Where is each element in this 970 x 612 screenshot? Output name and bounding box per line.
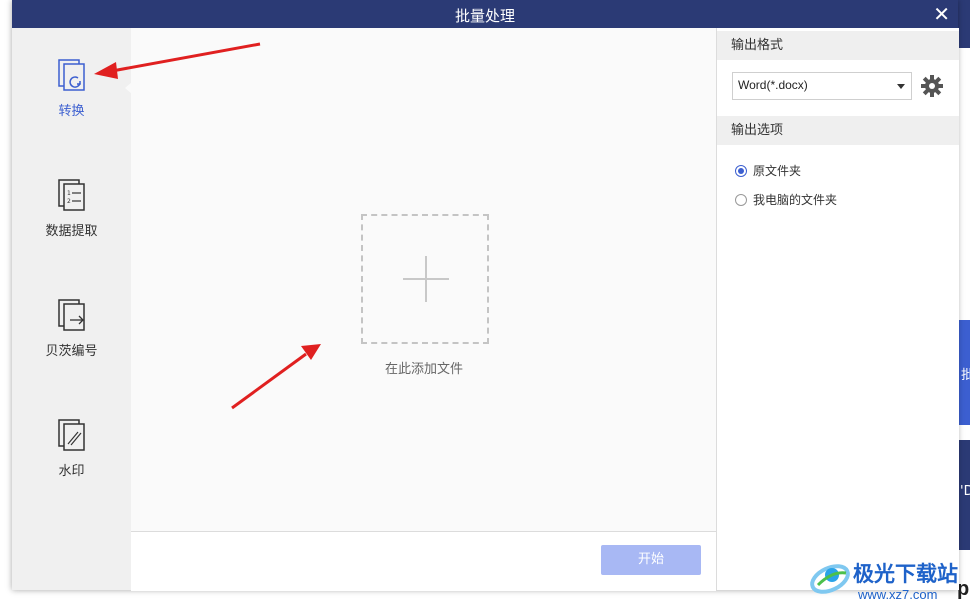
settings-panel: 输出格式 Word(*.docx) 输出选项 原文件夹 我电脑的文件夹 bbox=[716, 28, 959, 590]
radio-checked[interactable] bbox=[735, 165, 747, 177]
data-extract-icon: 1 2 bbox=[58, 179, 85, 211]
svg-text:2: 2 bbox=[67, 198, 71, 205]
footer-bar: 开始 bbox=[131, 531, 716, 591]
background-app-panel: 'D bbox=[958, 440, 970, 550]
watermark-url: www.xz7.com bbox=[858, 587, 938, 602]
section-heading-text: 输出选项 bbox=[731, 123, 784, 138]
chevron-down-icon bbox=[897, 84, 905, 89]
sidebar-item-watermark[interactable]: 水印 bbox=[12, 418, 131, 508]
gear-icon[interactable] bbox=[920, 74, 944, 98]
sidebar-item-bates-number[interactable]: 贝茨编号 bbox=[12, 298, 131, 388]
sidebar-item-label: 数据提取 bbox=[45, 224, 98, 239]
sidebar-item-data-extract[interactable]: 1 2 数据提取 bbox=[12, 178, 131, 268]
add-file-dropzone[interactable] bbox=[361, 214, 489, 344]
bates-number-icon bbox=[58, 299, 85, 331]
sidebar-item-label: 贝茨编号 bbox=[45, 344, 98, 359]
background-app-strip bbox=[958, 0, 970, 48]
start-button[interactable]: 开始 bbox=[601, 545, 701, 575]
title-bar: 批量处理 ✕ bbox=[12, 0, 958, 28]
svg-text:1: 1 bbox=[67, 190, 71, 197]
site-watermark: 极光下载站 www.xz7.com bbox=[808, 555, 958, 607]
sidebar-item-label: 水印 bbox=[58, 464, 85, 479]
watermark-logo-icon bbox=[810, 564, 850, 594]
option-label: 我电脑的文件夹 bbox=[753, 193, 838, 207]
radio-unchecked[interactable] bbox=[735, 194, 747, 206]
dialog-title: 批量处理 bbox=[454, 7, 515, 25]
file-drop-area: 在此添加文件 bbox=[131, 28, 716, 531]
close-button[interactable]: ✕ bbox=[933, 2, 950, 26]
background-text: 批 bbox=[961, 368, 970, 383]
output-format-value: Word(*.docx) bbox=[738, 78, 808, 92]
sidebar: 转换 1 2 数据提取 贝茨编号 水印 bbox=[12, 28, 132, 590]
background-app-button: 批 bbox=[958, 320, 970, 425]
sidebar-item-convert[interactable]: 转换 bbox=[12, 58, 131, 148]
output-format-select[interactable]: Word(*.docx) bbox=[732, 72, 912, 100]
output-format-heading: 输出格式 bbox=[717, 31, 959, 60]
output-options-heading: 输出选项 bbox=[717, 116, 959, 145]
watermark-icon bbox=[58, 419, 85, 451]
section-heading-text: 输出格式 bbox=[731, 38, 784, 53]
background-text: 'D bbox=[960, 484, 970, 499]
option-label: 原文件夹 bbox=[753, 164, 802, 178]
convert-icon bbox=[58, 59, 85, 91]
watermark-text: 极光下载站 bbox=[853, 562, 958, 586]
batch-process-dialog: 批量处理 ✕ 转换 1 2 数据提取 贝茨编号 水印 在此添加文件 开始 输出格… bbox=[12, 0, 959, 591]
add-file-label: 在此添加文件 bbox=[384, 362, 463, 377]
plus-icon bbox=[425, 256, 427, 302]
sidebar-item-label: 转换 bbox=[58, 104, 85, 119]
